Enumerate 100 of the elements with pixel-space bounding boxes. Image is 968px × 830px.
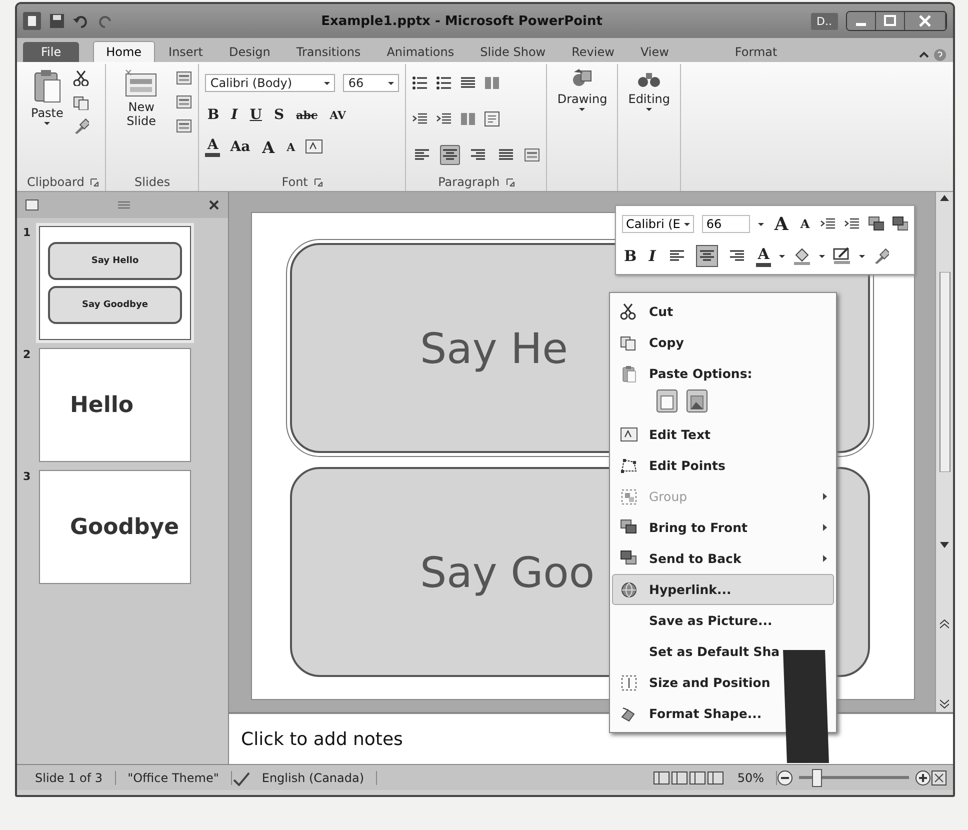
shape-outline-icon[interactable] [833,246,852,266]
slide-thumbnail[interactable]: Say Hello Say Goodbye [39,226,191,340]
ribbon-tab[interactable]: Insert [156,42,215,62]
menu-item[interactable]: Hyperlink... [612,574,834,605]
menu-item[interactable]: Bring to Front [612,512,834,543]
font-color-button[interactable]: A [205,137,220,157]
paste-option-icon[interactable] [656,389,678,413]
align-center-button[interactable] [440,145,460,165]
font-size-field[interactable]: 66 [343,74,400,92]
minimize-icon[interactable] [847,12,876,30]
scroll-thumb-icon[interactable] [938,272,950,472]
italic-button[interactable]: I [646,247,658,265]
menu-item[interactable]: Cut [612,296,834,327]
menu-item[interactable]: Set as Default Sha [612,636,834,667]
drawing-button[interactable]: Drawing [553,66,612,187]
close-icon[interactable] [208,199,220,211]
menu-item[interactable]: Save as Picture... [612,605,834,636]
group-label: Paragraph [438,175,500,189]
layout-icon[interactable] [176,70,192,86]
zoom-in-icon[interactable] [915,770,931,786]
file-tab[interactable]: File [23,42,80,62]
normal-view-icon[interactable] [653,770,672,786]
scroll-up-icon[interactable] [940,195,949,201]
app-icon[interactable] [23,12,41,30]
numbering-icon[interactable] [436,75,452,91]
zoom-out-icon[interactable] [777,770,793,786]
bullets-icon[interactable] [412,75,428,91]
underline-button[interactable]: U [248,107,264,123]
shrink-font-button[interactable]: A [798,217,812,231]
slide-thumbnail[interactable]: Hello [39,348,191,462]
font-name-field[interactable]: Calibri (E [622,215,694,233]
slider-thumb[interactable] [812,768,822,786]
menu-item[interactable]: Copy [612,327,834,358]
dialog-launcher-icon[interactable] [314,178,323,186]
text-direction-icon[interactable] [484,75,500,91]
save-icon[interactable] [49,13,65,29]
ribbon-tab[interactable]: Design [216,42,282,62]
editing-button[interactable]: Editing [624,66,674,187]
bring-forward-icon[interactable] [868,216,884,232]
ribbon-tab[interactable]: Home [93,41,155,62]
next-slide-icon[interactable] [940,699,949,709]
bold-button[interactable]: B [622,247,639,265]
format-painter-icon[interactable] [73,118,90,134]
reading-view-icon[interactable] [689,770,708,786]
close-icon[interactable] [905,12,946,30]
slide-thumbnail[interactable]: Goodbye [39,470,191,584]
ribbon-tab[interactable]: View [628,42,681,62]
dialog-launcher-icon[interactable] [506,178,515,186]
menu-item[interactable]: Edit Text [612,419,834,450]
previous-slide-icon[interactable] [940,618,949,628]
outline-tab-icon[interactable] [116,199,130,211]
grow-font-button[interactable]: A [260,138,277,156]
ribbon-tab[interactable]: Animations [374,42,466,62]
font-size-field[interactable]: 66 [702,215,750,233]
fit-window-icon[interactable] [931,770,947,786]
clear-format-icon[interactable] [305,138,324,156]
line-spacing-icon[interactable] [460,75,476,91]
slideshow-icon[interactable] [707,770,726,786]
shrink-font-button[interactable]: A [284,140,298,154]
reset-icon[interactable] [176,94,192,110]
copy-icon[interactable] [73,94,90,110]
font-name-field[interactable]: Calibri (Body) [205,74,336,92]
italic-button[interactable]: I [229,107,240,123]
slides-tab-icon[interactable] [25,199,39,211]
slide-number: 1 [23,226,32,241]
maximize-icon[interactable] [876,12,905,30]
columns-icon[interactable] [460,111,476,127]
section-icon[interactable] [176,118,192,134]
bring-front-icon [620,518,638,536]
undo-icon[interactable] [73,13,89,29]
cut-icon[interactable] [73,70,90,86]
paste-picture-icon[interactable] [686,389,708,413]
sorter-view-icon[interactable] [671,770,690,786]
shadow-button[interactable]: S [272,107,286,123]
ribbon-tab[interactable]: Format [722,42,790,62]
ribbon-tab[interactable]: Slide Show [468,42,558,62]
format-painter-icon[interactable] [873,248,890,264]
align-center-button[interactable] [696,245,718,267]
ribbon-tab[interactable]: Review [560,42,626,62]
scroll-down-icon[interactable] [940,542,949,548]
menu-item[interactable]: Send to Back [612,543,834,574]
font-color-button[interactable]: A [756,245,772,267]
slide-number: 2 [23,348,32,363]
shape-fill-icon[interactable] [793,246,812,266]
bold-button[interactable]: B [205,107,222,123]
ribbon-tab[interactable]: Transitions [284,42,373,62]
dialog-launcher-icon[interactable] [90,178,100,186]
send-backward-icon[interactable] [892,216,908,232]
spacing-button[interactable]: AV [328,108,348,122]
align-text-icon[interactable] [484,111,500,127]
change-case-button[interactable]: Aa [228,139,252,155]
strikethrough-button[interactable]: abc [294,108,320,122]
grow-font-button[interactable]: A [772,214,790,234]
window-button[interactable]: D.. [810,12,838,30]
smartart-icon[interactable] [524,147,540,163]
help-icon[interactable] [933,48,947,62]
paste-button[interactable]: Paste [27,66,68,173]
vertical-scrollbar[interactable] [935,192,953,712]
spelling-icon[interactable] [232,770,250,786]
new-slide-button[interactable]: New Slide [112,66,170,173]
